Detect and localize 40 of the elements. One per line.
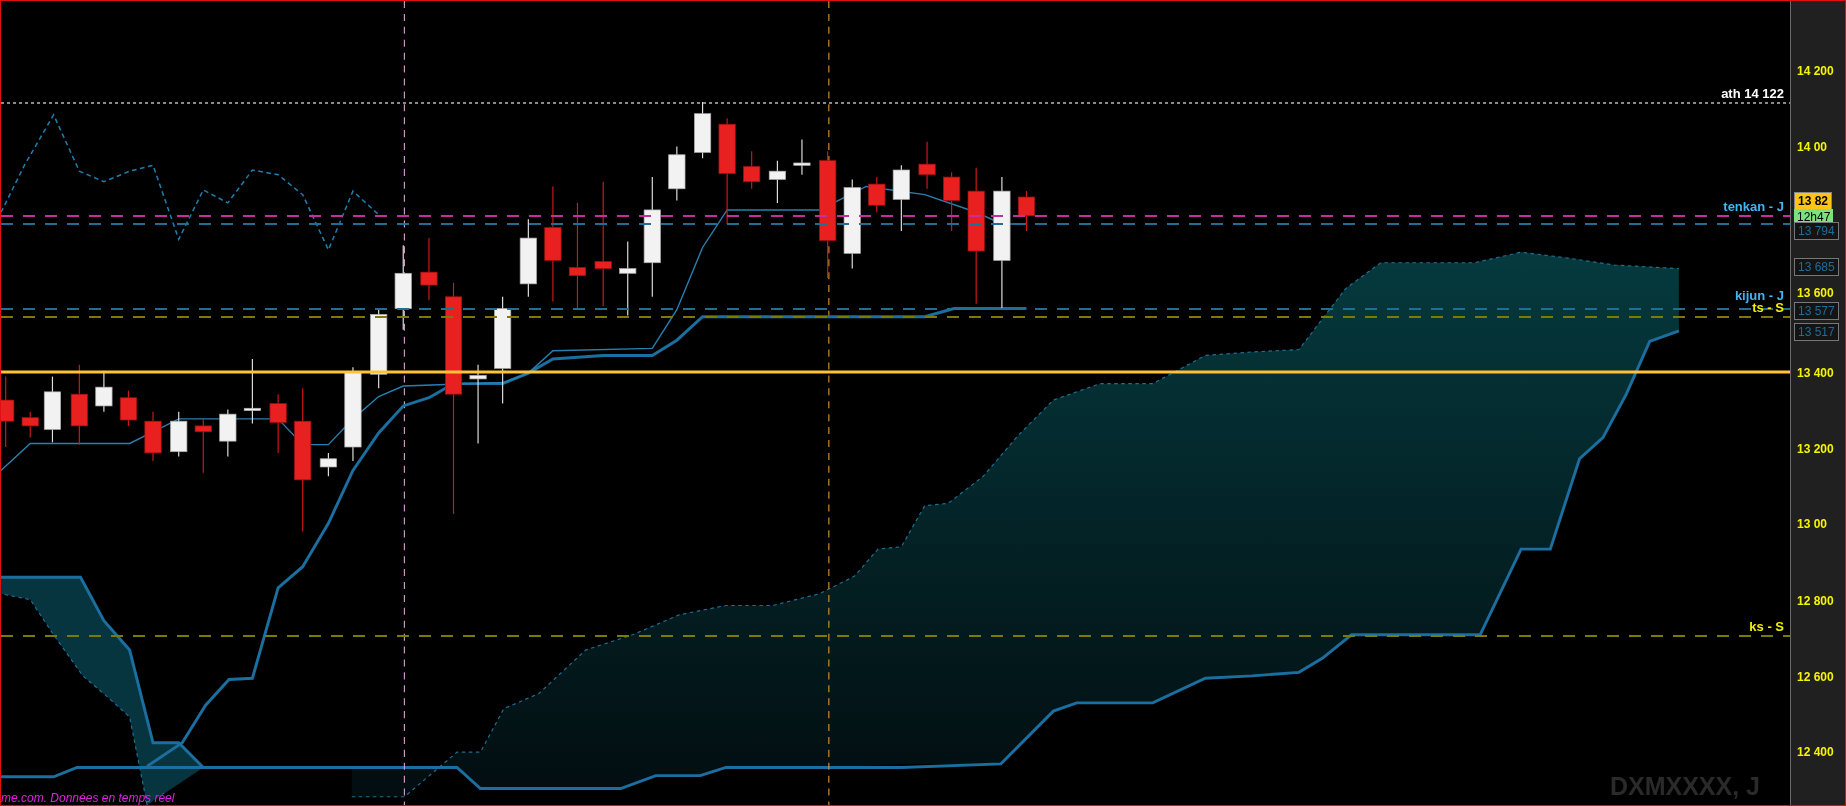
axis-tick-label: 13 600 [1797, 286, 1834, 301]
candlestick [943, 171, 961, 232]
axis-tick-label: 13 200 [1797, 442, 1834, 457]
candlestick [1017, 190, 1035, 232]
candlestick [918, 141, 936, 190]
candlestick [43, 376, 61, 443]
level-label: ath 14 122 [1721, 86, 1784, 102]
axis-tick-label: 12 600 [1797, 670, 1834, 685]
candlestick [743, 150, 761, 190]
candlestick [868, 176, 886, 213]
price-badge: 13 517 [1794, 323, 1839, 341]
candlestick [119, 390, 137, 427]
axis-tick-label: 12 800 [1797, 593, 1834, 608]
candlestick [269, 393, 287, 454]
candlestick [319, 452, 337, 477]
candlestick [892, 164, 910, 232]
price-badge: 13 794 [1794, 222, 1839, 241]
candlestick [1, 376, 15, 448]
candlestick [21, 411, 39, 439]
candlestick [243, 358, 261, 425]
candlestick [420, 237, 438, 301]
level-label: ks - S [1749, 618, 1784, 634]
axis-tick-label: 14 200 [1797, 64, 1834, 79]
candlestick [170, 411, 188, 457]
price-badge: 13 82 [1794, 191, 1833, 210]
axis-tick-label: 13 400 [1797, 366, 1834, 381]
price-badge: 13 685 [1794, 258, 1839, 277]
candlestick [694, 101, 712, 159]
candlestick [144, 411, 162, 462]
axis-tick-label: 12 400 [1797, 745, 1834, 760]
axis-tick-label: 14 00 [1797, 139, 1828, 154]
candlestick [668, 145, 686, 202]
candlestick [793, 138, 811, 176]
axis-tick-label: 13 00 [1797, 517, 1828, 532]
data-source-note: me.com. Données en temps réel [1, 791, 175, 805]
price-badge: 13 577 [1794, 301, 1839, 320]
level-label: tenkan - J [1723, 198, 1784, 214]
candlestick [768, 160, 786, 204]
candlestick [194, 418, 212, 474]
candlestick [219, 408, 237, 457]
